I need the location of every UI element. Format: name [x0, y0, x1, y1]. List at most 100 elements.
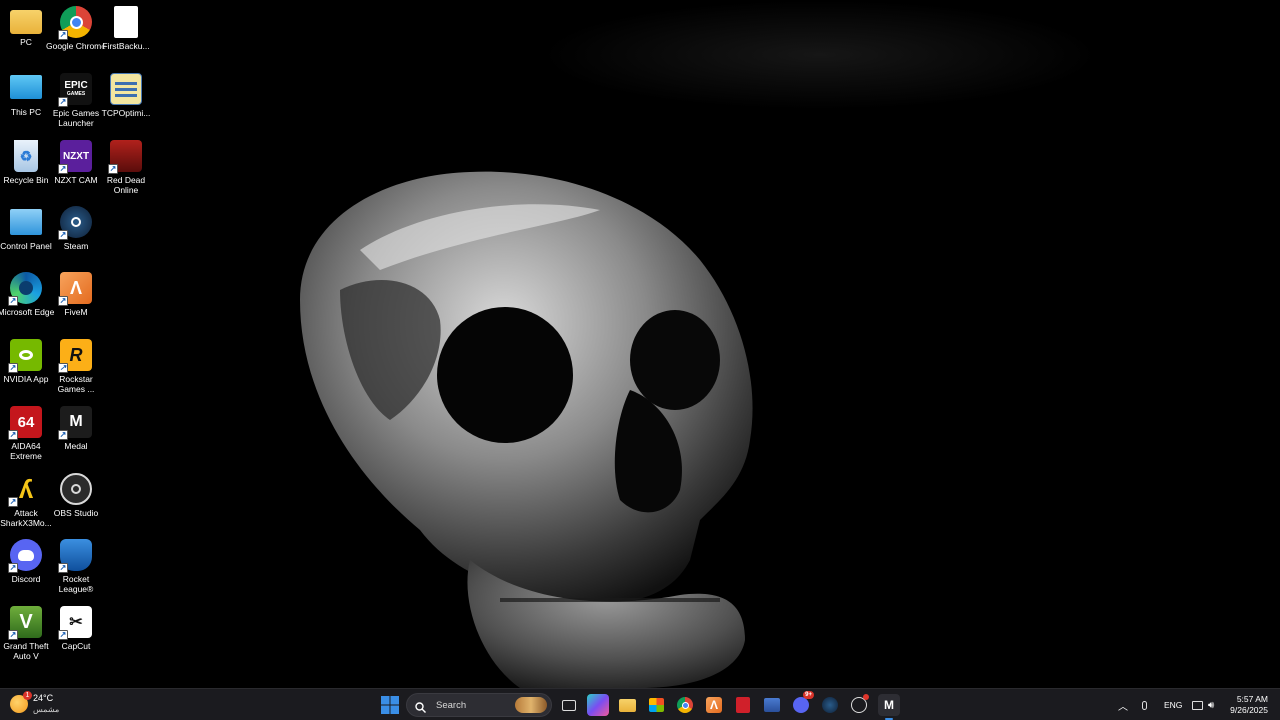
- taskbar-network-app[interactable]: [761, 694, 783, 716]
- desktop-icon-tcpoptimizer[interactable]: TCPOptimi...: [100, 73, 152, 118]
- gta-v-icon: V ↗: [8, 606, 42, 640]
- chrome-icon: [677, 697, 693, 713]
- nzxt-cam-icon: NZXT ↗: [58, 140, 92, 174]
- monitor-icon: [10, 75, 42, 99]
- desktop-icon-label: CapCut: [61, 641, 91, 651]
- shortcut-arrow-icon: ↗: [58, 363, 68, 373]
- epic-logo-subtext: GAMES: [66, 91, 86, 97]
- shortcut-arrow-icon: ↗: [58, 97, 68, 107]
- attack-shark-icon: ʎ ↗: [8, 473, 34, 507]
- desktop-icon-steam[interactable]: ↗ Steam: [50, 206, 102, 251]
- taskbar-file-explorer[interactable]: [616, 694, 638, 716]
- gta-v-logo-text: V: [19, 610, 33, 633]
- shortcut-arrow-icon: ↗: [58, 563, 68, 573]
- microphone-status[interactable]: [1142, 689, 1147, 720]
- epic-logo-text: EPIC: [64, 80, 88, 91]
- desktop-icon-attack-shark[interactable]: ʎ ↗ Attack SharkX3Mo...: [0, 473, 52, 529]
- aida64-logo-text: 64: [17, 413, 35, 431]
- taskbar-discord[interactable]: 9+: [790, 691, 814, 716]
- recording-dot-icon: [863, 694, 869, 700]
- taskbar-steam[interactable]: [819, 694, 841, 716]
- rockstar-icon: R ↗: [58, 339, 92, 373]
- taskbar-search[interactable]: Search: [406, 693, 552, 717]
- microphone-icon: [1142, 700, 1147, 710]
- weather-widget[interactable]: 1 24°C مشمس: [10, 691, 60, 715]
- search-placeholder: Search: [436, 699, 467, 711]
- taskbar-fivem[interactable]: Λ: [703, 694, 725, 716]
- shortcut-arrow-icon: ↗: [8, 497, 18, 507]
- shortcut-arrow-icon: ↗: [8, 630, 18, 640]
- desktop-icon-gta-v[interactable]: V ↗ Grand Theft Auto V: [0, 606, 52, 661]
- shortcut-arrow-icon: ↗: [58, 430, 68, 440]
- notification-badge: 1: [23, 691, 32, 700]
- network-status[interactable]: [1192, 689, 1203, 720]
- folder-icon: [618, 698, 636, 712]
- desktop-icon-capcut[interactable]: ✂ ↗ CapCut: [50, 606, 102, 651]
- shortcut-arrow-icon: ↗: [8, 296, 18, 306]
- network-icon: [1192, 700, 1203, 710]
- medal-icon: M ↗: [58, 406, 92, 440]
- desktop-icon-obs-studio[interactable]: OBS Studio: [50, 473, 102, 518]
- start-button[interactable]: [379, 694, 401, 716]
- sun-icon: 1: [10, 691, 32, 713]
- steam-icon: ↗: [58, 206, 92, 240]
- volume-control[interactable]: 🔊︎: [1208, 689, 1214, 720]
- weather-temperature: 24°C: [33, 693, 54, 703]
- shortcut-arrow-icon: ↗: [8, 563, 18, 573]
- desktop-icon-label: OBS Studio: [53, 508, 99, 518]
- shortcut-arrow-icon: ↗: [58, 296, 68, 306]
- shortcut-arrow-icon: ↗: [58, 164, 68, 174]
- taskbar-microsoft-store[interactable]: [645, 694, 667, 716]
- discord-badge: 9+: [803, 691, 814, 699]
- taskbar-copilot[interactable]: [587, 694, 609, 716]
- taskbar-clock[interactable]: 5:57 AM 9/26/2025: [1230, 694, 1268, 716]
- task-view-icon: [562, 699, 576, 711]
- fivem-icon: Λ ↗: [58, 272, 92, 306]
- chrome-icon: ↗: [58, 6, 92, 40]
- speaker-icon: 🔊︎: [1208, 699, 1215, 711]
- desktop-icon-label: Medal: [64, 441, 88, 451]
- desktop-icon-rockstar-games[interactable]: R ↗ Rockstar Games ...: [50, 339, 102, 394]
- rocket-league-icon: ↗: [58, 539, 92, 573]
- obs-icon: [60, 473, 92, 505]
- desktop-icon-rocket-league[interactable]: ↗ Rocket League®: [50, 539, 102, 594]
- steam-icon: [822, 697, 838, 713]
- desktop-icon-fivem[interactable]: Λ ↗ FiveM: [50, 272, 102, 317]
- language-indicator[interactable]: ENG: [1164, 689, 1182, 720]
- epic-games-icon: EPIC GAMES ↗: [58, 73, 92, 107]
- desktop-icon-epic-games[interactable]: EPIC GAMES ↗ Epic Games Launcher: [50, 73, 102, 128]
- document-icon: [114, 6, 138, 38]
- desktop-wallpaper: [0, 0, 1280, 688]
- desktop-icon-red-dead-online[interactable]: ↗ Red Dead Online: [100, 140, 152, 195]
- store-icon: [648, 698, 664, 712]
- desktop-icon-label: Rockstar Games ...: [57, 374, 95, 394]
- search-highlight-image: [515, 697, 547, 713]
- taskbar: 1 24°C مشمس Search Λ 9+ M ︿ ENG 🔊︎ 5:57 …: [0, 688, 1280, 720]
- language-label: ENG: [1164, 700, 1183, 710]
- skull-image: [300, 171, 753, 688]
- taskbar-red-app[interactable]: [732, 694, 754, 716]
- shortcut-arrow-icon: ↗: [108, 164, 118, 174]
- control-panel-icon: [10, 209, 42, 235]
- fivem-icon: Λ: [706, 697, 722, 713]
- clock-time: 5:57 AM: [1236, 694, 1268, 704]
- desktop-icon-label: FiveM: [64, 307, 88, 317]
- capcut-icon: ✂ ↗: [58, 606, 92, 640]
- desktop-icon-firstbackup[interactable]: FirstBacku...: [100, 6, 152, 51]
- desktop-icon-aida64[interactable]: 64 ↗ AIDA64 Extreme: [0, 406, 52, 461]
- taskbar-obs[interactable]: [848, 694, 870, 716]
- red-app-icon: [736, 697, 750, 713]
- taskbar-chrome[interactable]: [674, 694, 696, 716]
- weather-condition: مشمس: [33, 705, 60, 714]
- task-view-button[interactable]: [558, 694, 580, 716]
- rockstar-logo-text: R: [69, 344, 83, 365]
- nvidia-icon: ↗: [8, 339, 42, 373]
- desktop-icon-label: Steam: [63, 241, 89, 251]
- recycle-bin-icon: ♻: [14, 140, 38, 172]
- show-hidden-icons-button[interactable]: ︿: [1118, 689, 1128, 720]
- clock-date: 9/26/2025: [1230, 705, 1268, 715]
- desktop-icon-medal[interactable]: M ↗ Medal: [50, 406, 102, 451]
- desktop-icon-label: Rocket League®: [58, 574, 94, 594]
- shortcut-arrow-icon: ↗: [8, 363, 18, 373]
- taskbar-medal[interactable]: M: [878, 694, 900, 720]
